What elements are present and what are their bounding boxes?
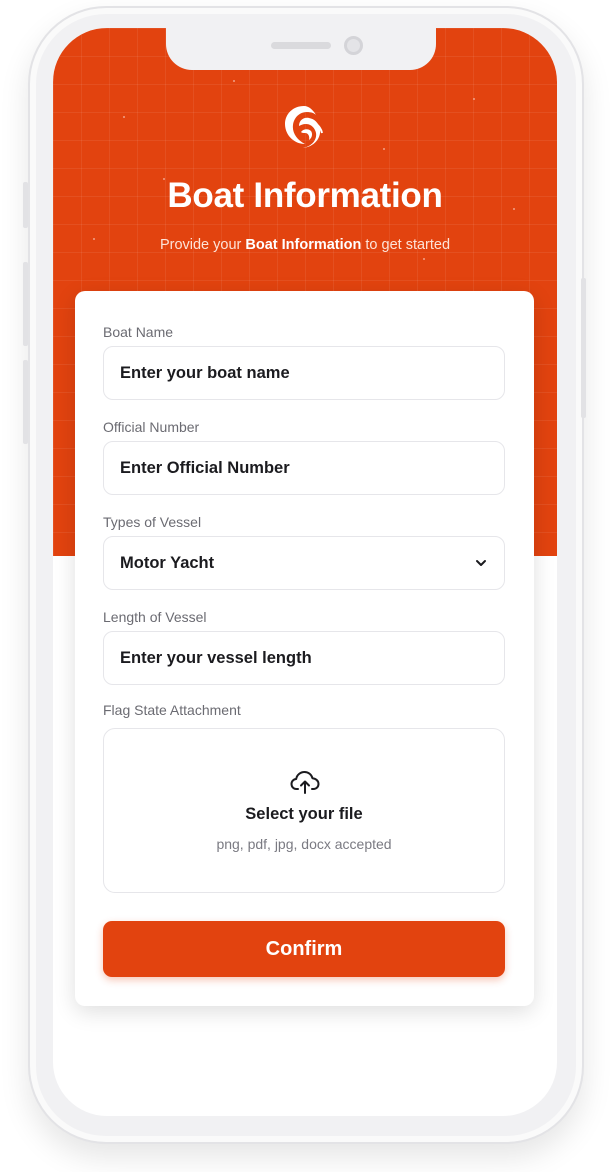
official-number-placeholder: Enter Official Number <box>120 458 290 477</box>
speaker <box>271 42 331 49</box>
confirm-button[interactable]: Confirm <box>103 921 505 977</box>
vessel-type-select[interactable]: Motor Yacht <box>103 536 505 590</box>
official-number-input[interactable]: Enter Official Number <box>103 441 505 495</box>
form-card: Boat Name Enter your boat name Official … <box>75 291 534 1006</box>
camera <box>344 36 363 55</box>
boat-name-placeholder: Enter your boat name <box>120 363 290 382</box>
phone-notch <box>166 28 436 70</box>
upload-title: Select your file <box>245 805 363 823</box>
phone-side-button <box>23 262 28 346</box>
vessel-length-input[interactable]: Enter your vessel length <box>103 631 505 685</box>
official-number-label: Official Number <box>103 419 200 435</box>
page-subtitle: Provide your Boat Information to get sta… <box>159 237 451 253</box>
file-upload-dropzone[interactable]: Select your file png, pdf, jpg, docx acc… <box>103 728 505 893</box>
upload-hint: png, pdf, jpg, docx accepted <box>216 836 392 852</box>
page-title: Boat Information <box>167 176 443 215</box>
chevron-down-icon <box>476 560 486 566</box>
attachment-label: Flag State Attachment <box>103 702 241 718</box>
boat-name-input[interactable]: Enter your boat name <box>103 346 505 400</box>
vessel-length-label: Length of Vessel <box>103 609 207 625</box>
vessel-type-label: Types of Vessel <box>103 514 202 530</box>
phone-side-button <box>23 182 28 228</box>
vessel-type-value: Motor Yacht <box>120 553 215 572</box>
boat-name-label: Boat Name <box>103 324 174 340</box>
cloud-upload-icon <box>290 771 320 794</box>
phone-side-button <box>23 360 28 444</box>
phone-screen: Boat Information Provide your Boat Infor… <box>53 28 557 1116</box>
phone-side-button <box>581 278 586 418</box>
vessel-length-placeholder: Enter your vessel length <box>120 648 312 667</box>
swirl-logo-icon <box>285 106 323 148</box>
